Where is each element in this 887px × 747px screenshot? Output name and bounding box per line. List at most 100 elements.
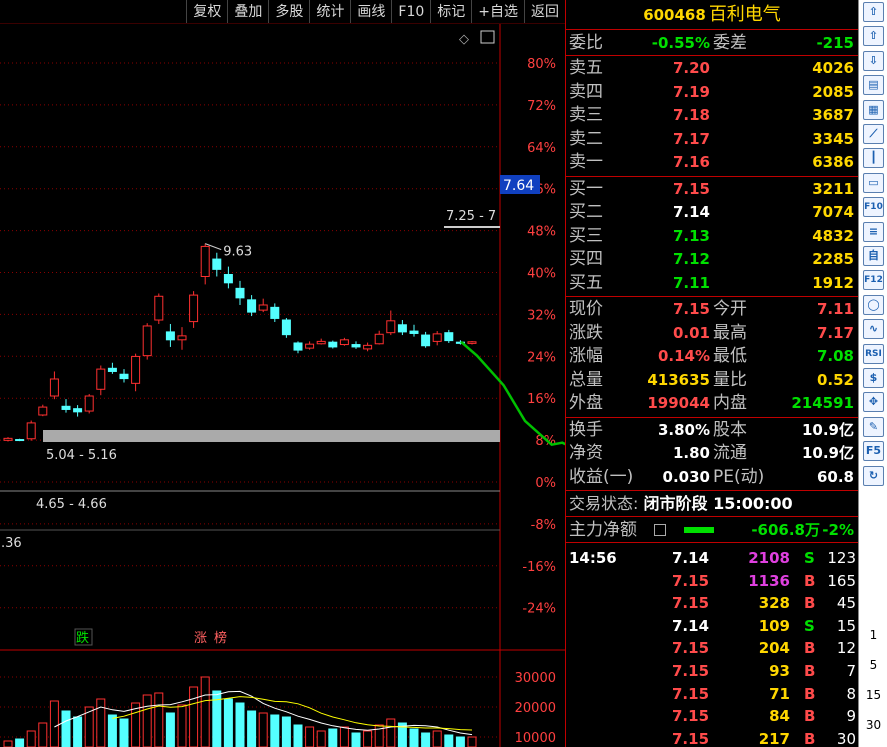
buy-label: 买一 [569,178,603,199]
line-chart-icon[interactable]: ⟋ [863,124,884,144]
sell-row[interactable]: 卖三 7.18 3687 [566,104,858,128]
toolbar-btn-0[interactable]: 复权 [186,0,227,23]
f5-icon[interactable]: F5 [863,441,884,462]
tick-count: 165 [827,571,856,590]
circle-icon[interactable]: ◯ [863,294,884,315]
period-30[interactable]: 30 [859,718,887,732]
volume-bar [26,730,36,747]
stat-row-label2: PE(动) [713,466,765,487]
event-limit-label2: 榜 [214,630,227,646]
tick-volume: 328 [758,594,790,613]
candle-icon[interactable]: ┃ [863,148,884,169]
volume-bar [386,718,396,747]
stat-row: 净资 1.80 流通 10.9亿 [566,442,858,466]
period-15[interactable]: 15 [859,688,887,702]
sell-row[interactable]: 卖五 7.20 4026 [566,57,858,81]
tick-volume: 2108 [748,549,790,567]
f12-icon[interactable]: F12 [863,270,884,291]
candle [281,318,291,338]
wave-icon[interactable]: ∿ [863,319,884,340]
stat-row-label2: 内盘 [713,393,747,413]
grid-icon[interactable]: ▦ [863,99,884,120]
pct-tick-label: 40% [527,267,556,282]
volume-bar [119,718,129,747]
toolbar-btn-8[interactable]: 返回 [524,0,565,23]
candle [212,252,222,277]
buy-volume: 1912 [812,273,854,292]
stat-row-value2: 7.17 [816,323,854,342]
stock-title: 600468 百利电气 [566,0,858,30]
toolbar-btn-5[interactable]: F10 [391,0,430,23]
buy-price: 7.11 [672,273,710,292]
up-arrow-icon[interactable]: ⇧ [863,2,884,22]
sell-row[interactable]: 卖四 7.19 2085 [566,81,858,105]
stat-row-value: 7.15 [672,300,710,318]
stat-row-label: 现价 [569,299,603,319]
self-icon[interactable]: 自 [863,246,884,266]
buy-volume: 2285 [812,250,854,268]
candle [15,438,25,442]
toolbar-btn-4[interactable]: 画线 [350,0,391,23]
volume-bar [270,714,280,747]
sell-row[interactable]: 卖二 7.17 3345 [566,128,858,152]
down-hollow-arrow-icon[interactable]: ⇩ [863,50,884,71]
period-5[interactable]: 5 [859,658,887,672]
move-icon[interactable]: ✥ [863,392,884,413]
tick-count: 15 [836,616,856,635]
dollar-icon[interactable]: $ [863,368,884,388]
tick-count: 7 [846,661,856,680]
refresh-icon[interactable]: ↻ [863,465,884,486]
pen-icon[interactable]: ✎ [863,416,884,437]
left-cut-label: .36 [1,536,22,551]
window-icon[interactable]: ▭ [863,172,884,193]
toolbar-btn-1[interactable]: 叠加 [227,0,268,23]
pct-tick-label: 8% [535,434,556,449]
tick-row: 7.15 1136 B 165 [566,570,858,593]
toolbar-btn-3[interactable]: 统计 [309,0,350,23]
stat-row-value: 413635 [647,370,710,389]
buy-row[interactable]: 买五 7.11 1912 [566,272,858,296]
candle [119,369,129,383]
weibi-row: 委比 -0.55% 委差 -215 [566,30,858,56]
rsi-icon[interactable]: RSI [863,343,884,364]
buy-volume: 7074 [812,203,854,221]
sell-row[interactable]: 卖一 7.16 6386 [566,151,858,175]
tick-volume: 93 [769,661,790,680]
candle [374,330,384,345]
period-1[interactable]: 1 [859,628,887,642]
trade-status-label: 交易状态: [569,494,639,513]
main-flow-row[interactable]: 主力净额 -606.8万 -2% [566,517,858,543]
news-icon[interactable]: ≡ [863,221,884,242]
volume-bar [444,734,454,747]
tick-price: 7.15 [672,639,710,658]
volume-bar [177,704,187,747]
pct-tick-label: 80% [527,57,556,72]
stat-row: 外盘 199044 内盘 214591 [566,392,858,416]
tick-count: 30 [836,729,856,747]
volume-bar [281,716,291,747]
stat-row-value: 0.01 [672,323,710,342]
weicha-value: -215 [816,34,854,52]
up-hollow-arrow-icon[interactable]: ⇧ [863,26,884,47]
toolbar-btn-2[interactable]: 多股 [268,0,309,23]
f10-icon[interactable]: F10 [863,197,884,218]
buy-row[interactable]: 买一 7.15 3211 [566,178,858,202]
buy-row[interactable]: 买二 7.14 7074 [566,201,858,225]
list-icon[interactable]: ▤ [863,75,884,96]
chart-toolbar: 复权 叠加 多股 统计 画线 F10 标记 +自选 返回 [0,0,565,24]
buy-row[interactable]: 买四 7.12 2285 [566,248,858,272]
kline-chart[interactable]: 80%72%64%56%48%40%32%24%16%8%0%-8%-16%-2… [0,0,565,747]
diamond-icon: ◇ [459,32,469,47]
tick-list[interactable]: 14:56 7.14 2108 S 123 7.15 1136 B 165 7.15 328 B 45 7… [566,543,858,747]
main-flow-menu-icon[interactable] [654,524,666,536]
toolbar-btn-7[interactable]: +自选 [471,0,524,23]
tick-volume: 109 [758,616,790,635]
sell-label: 卖三 [569,105,603,125]
toolbar-btn-6[interactable]: 标记 [430,0,471,23]
candle [363,342,373,352]
sell-orders: 卖五 7.20 4026 卖四 7.19 2085 卖三 7.18 3687 卖二 7.17 3345… [566,56,858,177]
stat-row-value2: 214591 [791,394,854,412]
buy-row[interactable]: 买三 7.13 4832 [566,225,858,249]
window-toggle-icon [480,30,495,44]
high-label: 9.63 [223,245,252,260]
